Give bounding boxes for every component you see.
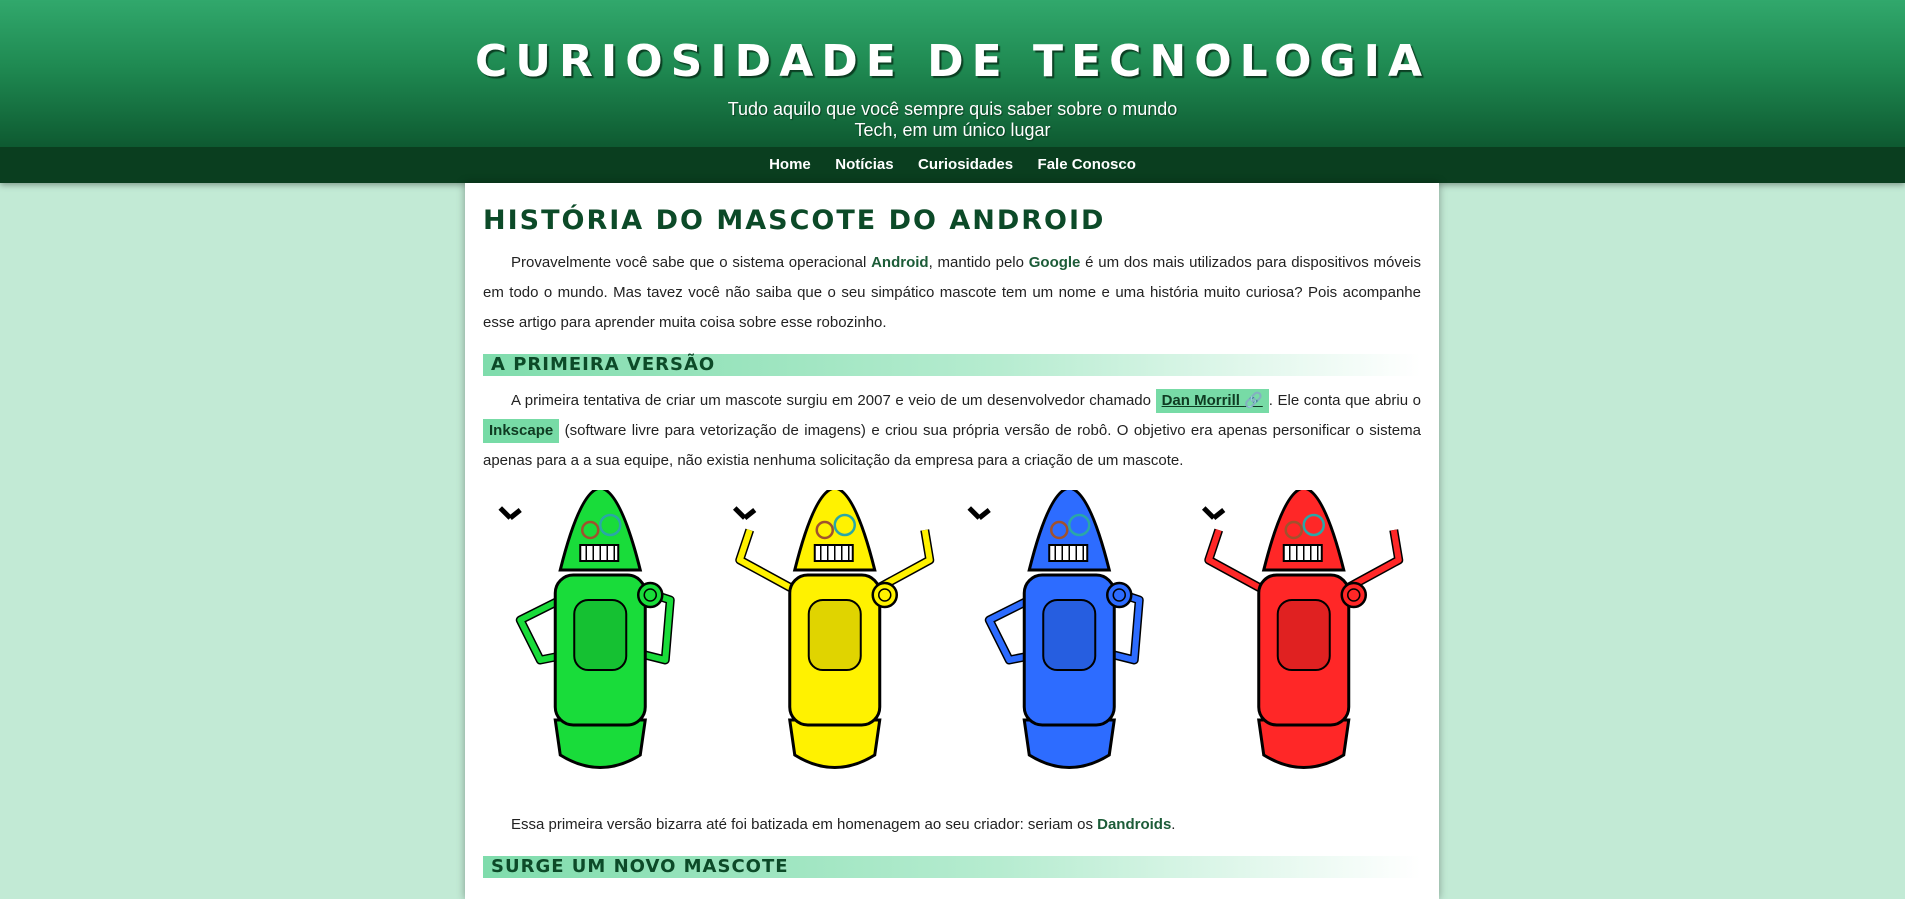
dandroids-image bbox=[483, 490, 1421, 790]
nav-home[interactable]: Home bbox=[769, 147, 811, 183]
google-term: Google bbox=[1028, 254, 1081, 271]
s1p2-text-1: Essa primeira versão bizarra até foi bat… bbox=[511, 816, 1098, 833]
nav-noticias[interactable]: Notícias bbox=[835, 147, 893, 183]
site-tagline: Tudo aquilo que você sempre quis saber s… bbox=[727, 99, 1178, 140]
dandroids-term: Dandroids bbox=[1097, 816, 1172, 833]
intro-text-1: Provavelmente você sabe que o sistema op… bbox=[511, 254, 872, 271]
s1-text-1: A primeira tentativa de criar um mascote… bbox=[511, 392, 1156, 409]
dan-morrill-link[interactable]: Dan Morrill 🔗 bbox=[1155, 389, 1269, 413]
nav-fale-conosco[interactable]: Fale Conosco bbox=[1038, 147, 1136, 183]
s1-text-2: . Ele conta que abriu o bbox=[1268, 392, 1421, 409]
paperclip-link-icon: 🔗 bbox=[1244, 392, 1263, 409]
header-banner: Curiosidade de Tecnologia Tudo aquilo qu… bbox=[0, 0, 1905, 147]
nav-curiosidades[interactable]: Curiosidades bbox=[918, 147, 1013, 183]
site-header: Curiosidade de Tecnologia Tudo aquilo qu… bbox=[0, 0, 1905, 183]
main-nav: Home Notícias Curiosidades Fale Conosco bbox=[0, 147, 1905, 183]
section-heading-novo-mascote: Surge um novo mascote bbox=[483, 856, 1421, 878]
article-title: História do Mascote do Android bbox=[483, 205, 1106, 236]
s1p2-text-2: . bbox=[1171, 816, 1176, 833]
robot-blue bbox=[967, 490, 1144, 769]
robot-green bbox=[498, 490, 675, 769]
intro-paragraph: Provavelmente você sabe que o sistema op… bbox=[483, 248, 1421, 338]
s1-text-3: (software livre para vetorização de imag… bbox=[483, 422, 1421, 469]
dan-morrill-label: Dan Morrill bbox=[1161, 392, 1240, 409]
robots-illustration bbox=[498, 490, 1404, 769]
section1-paragraph-2: Essa primeira versão bizarra até foi bat… bbox=[483, 810, 1421, 840]
robot-yellow bbox=[732, 490, 935, 769]
section1-paragraph: A primeira tentativa de criar um mascote… bbox=[483, 386, 1421, 476]
site-title: Curiosidade de Tecnologia bbox=[474, 36, 1431, 87]
robot-red bbox=[1201, 490, 1404, 769]
android-term: Android bbox=[871, 254, 929, 271]
inkscape-highlight: Inkscape bbox=[483, 419, 560, 443]
article-container: História do Mascote do Android Provavelm… bbox=[465, 183, 1439, 899]
section-heading-primeira-versao: A Primeira Versão bbox=[483, 354, 1421, 376]
intro-text-2: , mantido pelo bbox=[928, 254, 1029, 271]
